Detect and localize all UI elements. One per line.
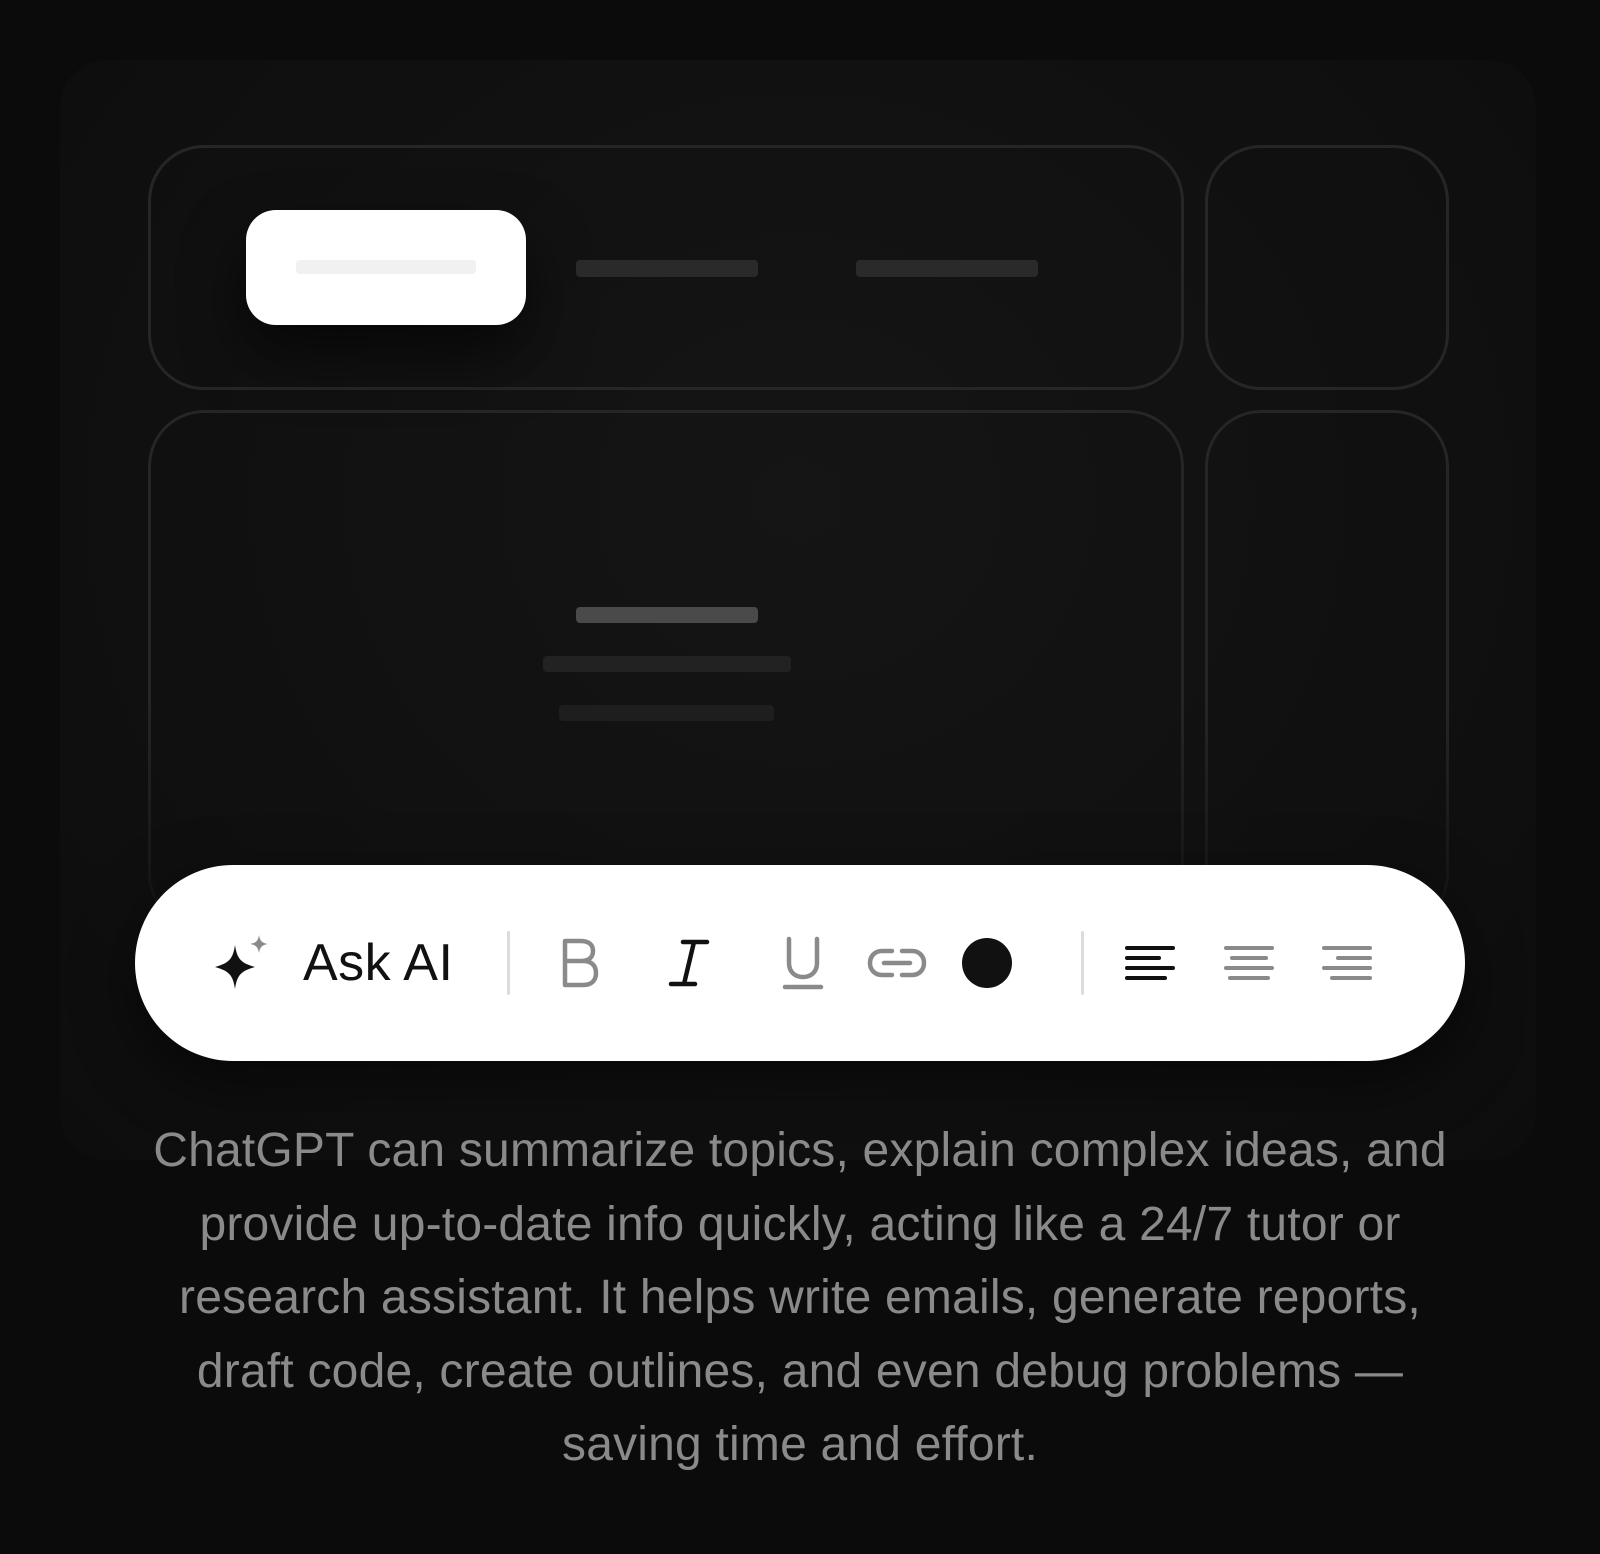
align-left-icon bbox=[1125, 946, 1175, 980]
align-right-icon bbox=[1322, 946, 1372, 980]
placeholder-nav-line bbox=[856, 260, 1038, 277]
ask-ai-button[interactable]: Ask AI bbox=[209, 865, 469, 1061]
link-button[interactable] bbox=[862, 865, 932, 1061]
placeholder-heading-line bbox=[576, 607, 758, 623]
bold-icon bbox=[562, 938, 599, 988]
toolbar-divider bbox=[1081, 931, 1084, 995]
align-center-icon bbox=[1224, 946, 1274, 980]
wireframe-side-card-bottom bbox=[1205, 410, 1449, 930]
link-icon bbox=[867, 948, 927, 978]
placeholder-nav-line bbox=[576, 260, 758, 277]
wireframe-side-card-top bbox=[1205, 145, 1449, 390]
underline-icon bbox=[782, 936, 824, 990]
text-color-button[interactable] bbox=[952, 865, 1022, 1061]
text-color-swatch bbox=[962, 938, 1012, 988]
sparkle-icon bbox=[215, 935, 268, 989]
align-center-button[interactable] bbox=[1214, 865, 1284, 1061]
ask-ai-label: Ask AI bbox=[303, 934, 454, 992]
bold-button[interactable] bbox=[547, 865, 611, 1061]
placeholder-text-line bbox=[543, 656, 791, 672]
align-left-button[interactable] bbox=[1115, 865, 1185, 1061]
feature-description: ChatGPT can summarize topics, explain co… bbox=[153, 1124, 1447, 1471]
toolbar-divider bbox=[507, 931, 510, 995]
placeholder-text-line bbox=[296, 260, 476, 274]
underline-button[interactable] bbox=[771, 865, 835, 1061]
formatting-toolbar: Ask AI bbox=[135, 865, 1465, 1061]
placeholder-text-line bbox=[559, 705, 774, 721]
align-right-button[interactable] bbox=[1312, 865, 1382, 1061]
italic-button[interactable] bbox=[657, 865, 721, 1061]
italic-icon bbox=[668, 939, 710, 987]
placeholder-active-tab bbox=[246, 210, 526, 325]
